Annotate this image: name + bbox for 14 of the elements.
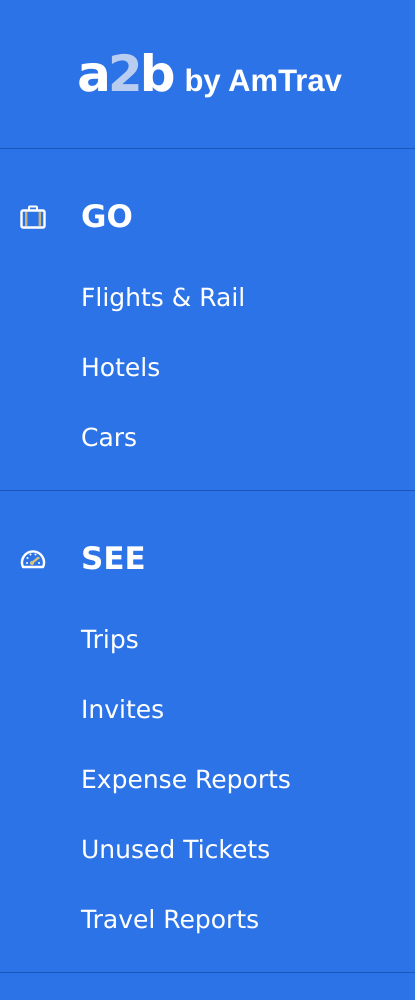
section-title: GO (81, 199, 133, 235)
briefcase-icon (20, 205, 46, 229)
logo-mark: a2b (77, 45, 172, 103)
section-title: SEE (81, 541, 146, 577)
nav-link[interactable]: Unused Tickets (81, 815, 270, 885)
nav-link[interactable]: Expense Reports (81, 745, 291, 815)
nav-link[interactable]: Cars (81, 403, 138, 473)
logo-text: by AmTrav (184, 63, 342, 99)
nav-link[interactable]: Hotels (81, 333, 160, 403)
nav-link[interactable]: Invites (81, 675, 164, 745)
nav-link[interactable]: Flights & Rail (81, 263, 246, 333)
nav-link[interactable]: Travel Reports (81, 885, 260, 955)
gauge-icon (20, 548, 46, 570)
nav-link[interactable]: Trips (81, 605, 139, 675)
